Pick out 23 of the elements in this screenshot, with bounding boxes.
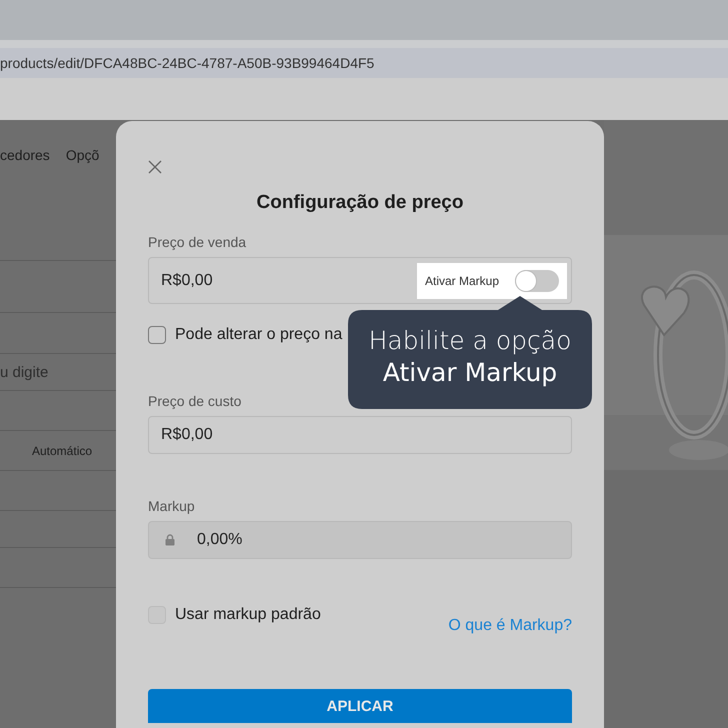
nav-item[interactable]: Opçõ (66, 147, 100, 165)
field-value: R$0,00 (161, 272, 213, 290)
field-value: 0,00% (197, 531, 242, 549)
automatic-label: Automático (32, 444, 92, 458)
tooltip-text: Habilite a opção Ativar Markup (368, 325, 572, 389)
field-label: Preço de custo (148, 393, 242, 410)
dialog-title: Configuração de preço (256, 192, 464, 214)
nav-item[interactable]: cedores (0, 147, 50, 165)
toggle-label: Ativar Markup (425, 274, 500, 288)
sale-price-field[interactable]: R$0,00 Ativar Markup (148, 257, 572, 304)
apply-button[interactable]: APLICAR (148, 689, 572, 723)
checkbox[interactable] (148, 326, 166, 344)
close-icon[interactable] (148, 160, 162, 174)
address-bar[interactable]: products/edit/DFCA48BC-24BC-4787-A50B-93B99464D4F5 (0, 48, 728, 78)
markup-toggle[interactable] (515, 270, 559, 292)
field-label: Preço de venda (148, 234, 248, 251)
checkbox-label: Pode alterar o preço na (175, 326, 342, 344)
cost-price-field[interactable]: R$0,00 (148, 416, 572, 454)
field-label: Markup (148, 498, 196, 515)
field-value: R$0,00 (161, 426, 213, 444)
checkbox-label: Usar markup padrão (175, 606, 321, 624)
help-link[interactable]: O que é Markup? (448, 617, 572, 635)
lock-icon (165, 534, 175, 546)
